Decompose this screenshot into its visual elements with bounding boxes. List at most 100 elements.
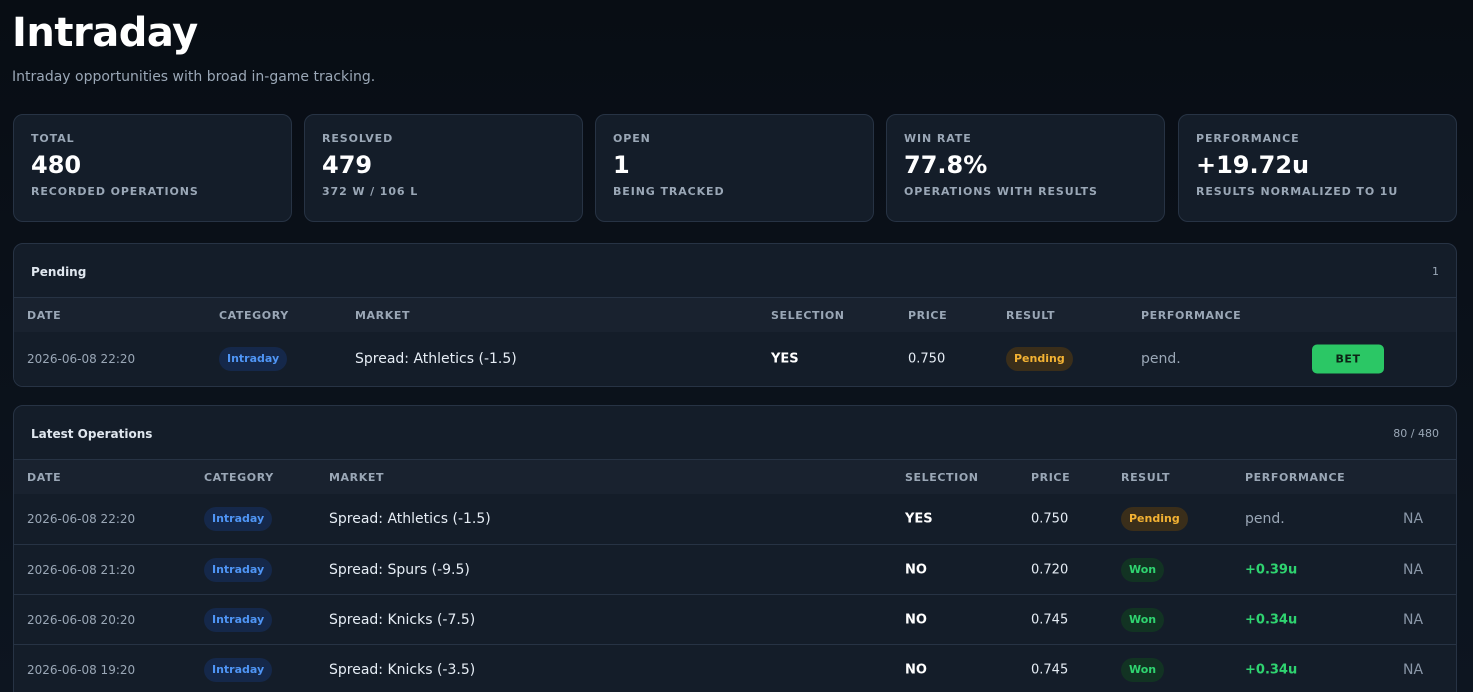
latest-operations-panel: Latest Operations 80 / 480 DATE CATEGORY… [13,405,1457,692]
column-header-market: MARKET [355,309,411,322]
column-header-price: PRICE [908,309,948,322]
category-badge: Intraday [204,657,273,682]
row-extra: NA [1403,511,1424,527]
stat-value: +19.72u [1196,151,1310,179]
stat-card-open: OPEN 1 BEING TRACKED [595,114,874,222]
row-performance: +0.39u [1245,562,1298,577]
stat-label: WIN RATE [904,132,972,145]
latest-panel-title: Latest Operations [31,427,153,441]
column-header-selection: SELECTION [905,471,979,484]
row-price: 0.720 [1031,562,1069,577]
stat-sub: BEING TRACKED [613,185,725,198]
column-header-performance: PERFORMANCE [1141,309,1242,322]
stat-sub: RECORDED OPERATIONS [31,185,199,198]
category-badge-cell: Intraday [204,657,273,682]
stat-card-win-rate: WIN RATE 77.8% OPERATIONS WITH RESULTS [886,114,1165,222]
category-badge-cell: Intraday [219,347,288,371]
column-header-category: CATEGORY [219,309,289,322]
result-badge-cell: Pending [1006,347,1073,371]
table-row[interactable]: 2026-06-08 19:20 Intraday Spread: Knicks… [14,644,1456,692]
stat-sub: RESULTS NORMALIZED TO 1U [1196,185,1399,198]
table-row[interactable]: 2026-06-08 22:20 Intraday Spread: Athlet… [14,494,1456,544]
row-selection: YES [771,351,799,367]
row-price: 0.745 [1031,662,1069,677]
category-badge-cell: Intraday [204,607,273,632]
table-row[interactable]: 2026-06-08 22:20 Intraday Spread: Athlet… [14,332,1456,386]
result-badge: Pending [1121,507,1188,531]
result-badge: Pending [1006,347,1073,371]
row-price: 0.750 [908,351,946,367]
pending-panel-title: Pending [31,265,87,279]
column-header-selection: SELECTION [771,309,845,322]
stat-card-resolved: RESOLVED 479 372 W / 106 L [304,114,583,222]
column-header-date: DATE [27,471,62,484]
row-selection: NO [905,662,927,677]
row-extra: NA [1403,661,1424,678]
pending-count: 1 [1432,265,1439,278]
stat-label: TOTAL [31,132,75,145]
stats-row: TOTAL 480 RECORDED OPERATIONS RESOLVED 4… [13,114,1457,222]
result-badge-cell: Pending [1121,507,1188,531]
bet-button[interactable]: BET [1312,344,1384,374]
row-date: 2026-06-08 22:20 [27,512,136,526]
row-date: 2026-06-08 22:20 [27,352,136,366]
result-badge-cell: Won [1121,607,1165,632]
column-header-category: CATEGORY [204,471,274,484]
row-selection: NO [905,562,927,577]
column-header-result: RESULT [1121,471,1171,484]
row-market: Spread: Knicks (-3.5) [329,661,476,678]
result-badge: Won [1121,657,1165,682]
latest-table-header: DATE CATEGORY MARKET SELECTION PRICE RES… [14,460,1456,494]
row-market: Spread: Knicks (-7.5) [329,611,476,628]
stat-sub: OPERATIONS WITH RESULTS [904,185,1098,198]
table-row[interactable]: 2026-06-08 20:20 Intraday Spread: Knicks… [14,594,1456,644]
stat-label: OPEN [613,132,651,145]
category-badge: Intraday [204,507,273,531]
row-extra: NA [1403,611,1424,628]
row-performance: pend. [1245,511,1285,527]
column-header-price: PRICE [1031,471,1071,484]
category-badge: Intraday [204,557,273,582]
stat-value: 77.8% [904,151,988,179]
page-subtitle: Intraday opportunities with broad in-gam… [12,69,376,85]
row-selection: YES [905,511,933,527]
stat-sub: 372 W / 106 L [322,185,419,198]
row-market: Spread: Athletics (-1.5) [355,351,517,367]
result-badge-cell: Won [1121,657,1165,682]
stat-value: 479 [322,151,373,179]
row-date: 2026-06-08 19:20 [27,662,136,677]
column-header-result: RESULT [1006,309,1056,322]
stat-value: 1 [613,151,630,179]
row-selection: NO [905,612,927,627]
stat-card-performance: PERFORMANCE +19.72u RESULTS NORMALIZED T… [1178,114,1457,222]
row-market: Spread: Athletics (-1.5) [329,511,491,527]
column-header-date: DATE [27,309,62,322]
row-price: 0.745 [1031,612,1069,627]
category-badge: Intraday [219,347,288,371]
latest-count: 80 / 480 [1393,427,1439,440]
stat-label: PERFORMANCE [1196,132,1300,145]
row-performance: pend. [1141,351,1181,367]
row-extra: NA [1403,561,1424,578]
pending-table-header: DATE CATEGORY MARKET SELECTION PRICE RES… [14,298,1456,332]
row-performance: +0.34u [1245,662,1298,677]
result-badge: Won [1121,607,1165,632]
row-performance: +0.34u [1245,612,1298,627]
stat-card-total: TOTAL 480 RECORDED OPERATIONS [13,114,292,222]
stat-value: 480 [31,151,82,179]
result-badge-cell: Won [1121,557,1165,582]
row-market: Spread: Spurs (-9.5) [329,561,470,578]
bet-button-cell: BET [1312,344,1384,374]
result-badge: Won [1121,557,1165,582]
category-badge: Intraday [204,607,273,632]
stat-label: RESOLVED [322,132,394,145]
table-row[interactable]: 2026-06-08 21:20 Intraday Spread: Spurs … [14,544,1456,594]
category-badge-cell: Intraday [204,557,273,582]
pending-panel-header: Pending 1 [14,244,1456,298]
latest-panel-header: Latest Operations 80 / 480 [14,406,1456,460]
column-header-performance: PERFORMANCE [1245,471,1346,484]
page-title: Intraday [12,10,198,56]
row-price: 0.750 [1031,511,1069,527]
category-badge-cell: Intraday [204,507,273,531]
pending-panel: Pending 1 DATE CATEGORY MARKET SELECTION… [13,243,1457,387]
